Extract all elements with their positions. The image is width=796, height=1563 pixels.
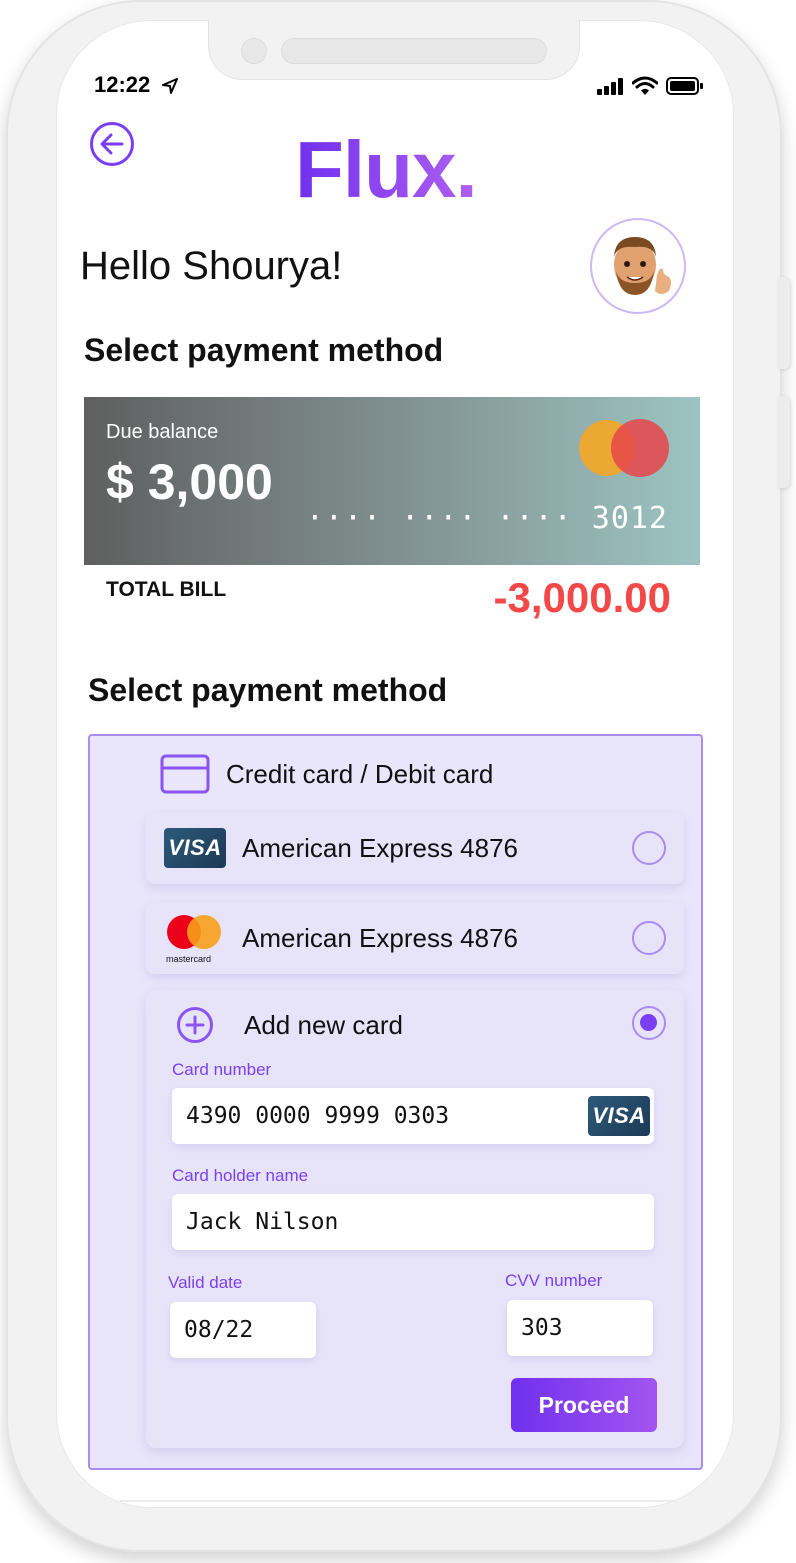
visa-logo-icon: VISA xyxy=(588,1096,650,1136)
location-arrow-icon xyxy=(162,78,178,94)
balance-label: Due balance xyxy=(106,421,219,443)
saved-card-visa[interactable]: VISA American Express 4876 xyxy=(146,812,684,884)
card-holder-label: Card holder name xyxy=(172,1166,309,1185)
card-holder-input[interactable]: Jack Nilson xyxy=(172,1194,654,1250)
greeting: Hello Shourya! xyxy=(80,244,343,288)
status-icons xyxy=(596,76,704,96)
plus-circle-icon xyxy=(177,1007,213,1043)
credit-card-option[interactable]: Credit card / Debit card xyxy=(160,754,493,794)
status-time: 12:22 xyxy=(94,72,151,97)
total-bill-value: -3,000.00 xyxy=(493,574,671,621)
credit-card-label: Credit card / Debit card xyxy=(226,758,494,789)
card-number-input[interactable]: 4390 0000 9999 0303 xyxy=(172,1088,654,1144)
radio-saved-card-mastercard[interactable] xyxy=(632,921,666,955)
speaker xyxy=(281,38,547,64)
mastercard-logo-icon: mastercard xyxy=(164,914,226,969)
payment-methods-panel: Credit card / Debit card VISA American E… xyxy=(88,734,703,1470)
memoji-avatar-icon xyxy=(614,237,671,295)
radio-add-new-card[interactable] xyxy=(632,1006,666,1040)
cellular-signal-icon xyxy=(597,78,623,95)
proceed-button[interactable]: Proceed xyxy=(511,1378,657,1432)
add-new-card-form: Add new card Card number 4390 0000 9999 … xyxy=(146,990,684,1448)
app-logo: Flux. xyxy=(295,125,478,214)
camera xyxy=(241,38,267,64)
cvv-input[interactable]: 303 xyxy=(507,1300,653,1356)
masked-card-number: ···· ···· ···· 3012 xyxy=(305,501,668,536)
valid-date-label: Valid date xyxy=(168,1273,243,1292)
valid-date-input[interactable]: 08/22 xyxy=(170,1302,316,1358)
radio-saved-card-visa[interactable] xyxy=(632,831,666,865)
saved-card-name: American Express 4876 xyxy=(242,922,519,953)
section-title-payment-top: Select payment method xyxy=(84,332,444,368)
add-new-card-label: Add new card xyxy=(244,1009,403,1040)
balance-card[interactable]: Due balance $ 3,000 ···· ···· ···· 3012 xyxy=(84,397,700,565)
arrow-left-icon xyxy=(100,133,124,155)
total-bill-label: TOTAL BILL xyxy=(106,578,227,601)
side-button-volume-up xyxy=(778,277,790,369)
saved-card-mastercard[interactable]: mastercard American Express 4876 xyxy=(146,902,684,974)
mastercard-icon xyxy=(579,419,669,477)
credit-card-icon xyxy=(160,754,210,794)
card-number-label: Card number xyxy=(172,1060,272,1079)
mastercard-wordmark: mastercard xyxy=(166,954,212,964)
back-button[interactable] xyxy=(90,122,134,166)
phone-notch xyxy=(208,20,580,80)
section-title-payment-bottom: Select payment method xyxy=(88,672,448,708)
balance-amount: $ 3,000 xyxy=(106,454,273,510)
home-indicator xyxy=(120,1500,676,1502)
add-new-card-option[interactable]: Add new card xyxy=(176,1006,403,1044)
visa-logo-icon: VISA xyxy=(164,828,226,868)
saved-card-name: American Express 4876 xyxy=(242,832,519,863)
cvv-label: CVV number xyxy=(505,1271,603,1290)
side-button-volume-down xyxy=(778,396,790,488)
battery-icon xyxy=(666,77,703,95)
wifi-icon xyxy=(632,76,658,95)
avatar[interactable] xyxy=(590,218,686,314)
